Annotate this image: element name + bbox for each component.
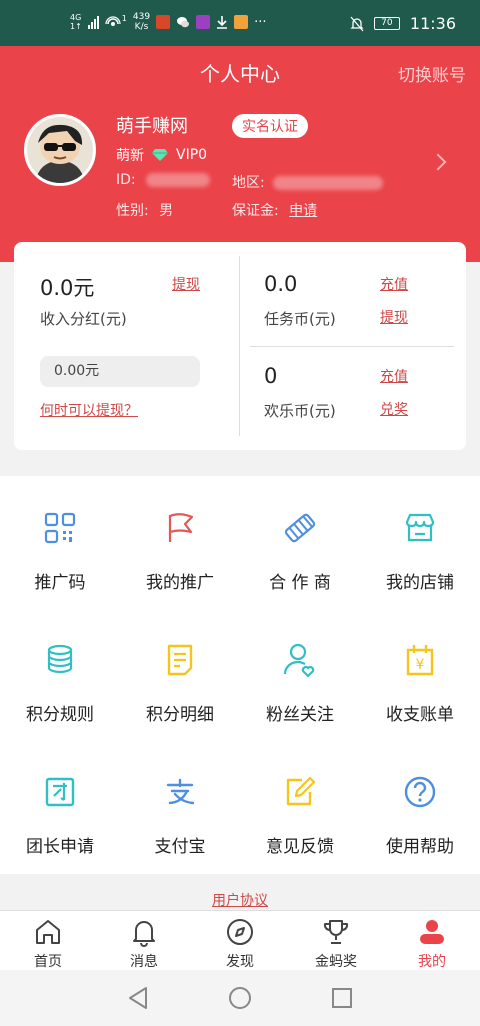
vip-label: VIP0: [176, 147, 208, 163]
avatar[interactable]: [24, 114, 96, 186]
profile-icon: [420, 920, 444, 944]
system-navigation-bar: [0, 970, 480, 1026]
tab-home[interactable]: 首页: [0, 911, 96, 971]
happy-coin-amount: 0: [264, 364, 278, 388]
trophy-icon: [323, 920, 349, 944]
status-right-group: 70 11:36: [350, 14, 456, 33]
compass-icon: [227, 919, 253, 945]
vertical-divider: [239, 256, 240, 436]
tab-mine[interactable]: 我的: [384, 911, 480, 971]
wechat-icon: [177, 17, 190, 28]
wifi-hotspot-icon: [105, 16, 121, 26]
home-icon: [36, 920, 60, 944]
handshake-icon: [284, 513, 316, 543]
income-amount: 0.0元: [40, 276, 95, 300]
home-circle-icon[interactable]: [226, 984, 254, 1012]
store-icon: [405, 513, 435, 542]
document-icon: [167, 644, 193, 676]
clock: 11:36: [409, 14, 456, 33]
income-withdraw-link[interactable]: 提现: [172, 274, 200, 294]
user-deposit: 保证金: 申请: [232, 203, 318, 219]
download-icon: [217, 16, 228, 29]
signal-icon: [87, 15, 99, 29]
help-icon: [404, 776, 436, 808]
user-gender: 性别: 男: [116, 203, 174, 219]
grid-item-partner[interactable]: 合 作 商: [240, 508, 360, 593]
svg-text:¥: ¥: [416, 657, 425, 673]
diamond-icon: [152, 149, 168, 161]
grid-item-bill[interactable]: ¥ 收支账单: [360, 640, 480, 725]
switch-account-button[interactable]: 切换账号: [398, 61, 466, 86]
deposit-apply-link[interactable]: 申请: [289, 203, 317, 219]
grid-item-my-store[interactable]: 我的店铺: [360, 508, 480, 593]
app-home-icon: [234, 15, 249, 29]
happy-recharge-link[interactable]: 充值: [380, 366, 408, 386]
when-withdraw-link[interactable]: 何时可以提现？: [40, 400, 138, 420]
id-redacted: [146, 173, 211, 187]
task-recharge-link[interactable]: 充值: [380, 274, 408, 294]
wallet-card: 0.0元 提现 收入分红(元) 0.00元 何时可以提现？ 0.0 充值 任务币…: [14, 242, 466, 450]
network-type: 4G 1↑: [70, 13, 82, 31]
qrcode-icon: [44, 512, 76, 544]
happy-coin-label: 欢乐币(元): [264, 402, 336, 420]
user-id: ID:: [116, 172, 211, 188]
income-amount-field: 0.00元: [40, 356, 200, 387]
avatar-image: [27, 117, 93, 183]
grid-item-points-rules[interactable]: 积分规则: [0, 640, 120, 725]
mute-bell-icon: [350, 16, 364, 31]
region-redacted: [273, 176, 384, 190]
battery-indicator: 70: [373, 17, 400, 30]
status-bar: 4G 1↑ 1 439 K/s ··· 70 11:36: [0, 0, 480, 46]
horizontal-divider: [250, 346, 454, 347]
username: 萌手赚网: [116, 116, 188, 137]
app-m-icon: [196, 15, 211, 29]
income-label: 收入分红(元): [40, 310, 127, 328]
profile-header: 个人中心 切换账号 萌手赚网 实名认证 萌新 VIP0 ID: 地区: 性别: …: [0, 46, 480, 262]
happy-redeem-link[interactable]: 兑奖: [380, 399, 408, 419]
feature-grid: 推广码 我的推广 合 作 商 我的店铺 积分规则 积分明细 粉丝关注 ¥ 收支账…: [0, 476, 480, 874]
tab-messages[interactable]: 消息: [96, 911, 192, 971]
grid-item-leader-apply[interactable]: 团长申请: [0, 772, 120, 857]
tab-discover[interactable]: 发现: [192, 911, 288, 971]
network-speed: 439 K/s: [132, 12, 151, 32]
user-agreement-link[interactable]: 用户协议: [0, 890, 480, 910]
bill-icon: ¥: [406, 645, 434, 676]
alipay-icon: [166, 778, 195, 805]
user-level: 萌新 VIP0: [116, 145, 207, 165]
group-leader-icon: [45, 777, 75, 807]
grid-item-fans-follow[interactable]: 粉丝关注: [240, 640, 360, 725]
app-notification-icon: [156, 15, 171, 29]
user-region: 地区:: [232, 172, 384, 192]
grid-item-feedback[interactable]: 意见反馈: [240, 772, 360, 857]
user-heart-icon: [283, 643, 315, 678]
status-left-group: 4G 1↑ 1 439 K/s ···: [70, 12, 266, 32]
flag-icon: [168, 513, 194, 542]
realname-badge[interactable]: 实名认证: [232, 114, 308, 138]
task-withdraw-link[interactable]: 提现: [380, 307, 408, 327]
task-coin-amount: 0.0: [264, 272, 298, 296]
grid-item-promo-code[interactable]: 推广码: [0, 508, 120, 593]
coins-icon: [47, 644, 73, 674]
task-coin-label: 任务币(元): [264, 310, 336, 328]
grid-item-points-detail[interactable]: 积分明细: [120, 640, 240, 725]
bottom-tab-bar: 首页 消息 发现 金蚂奖 我的: [0, 910, 480, 970]
tab-golden-award[interactable]: 金蚂奖: [288, 911, 384, 971]
back-icon[interactable]: [124, 984, 152, 1012]
grid-item-my-promotion[interactable]: 我的推广: [120, 508, 240, 593]
signal-superscript: 1: [121, 13, 127, 23]
recents-icon[interactable]: [328, 984, 356, 1012]
grid-item-help[interactable]: 使用帮助: [360, 772, 480, 857]
level-label: 萌新: [116, 148, 144, 164]
grid-item-alipay[interactable]: 支付宝: [120, 772, 240, 857]
more-notifications-icon: ···: [254, 14, 267, 30]
bell-icon: [133, 921, 155, 947]
feedback-icon: [286, 776, 316, 806]
chevron-right-icon[interactable]: [429, 153, 447, 171]
